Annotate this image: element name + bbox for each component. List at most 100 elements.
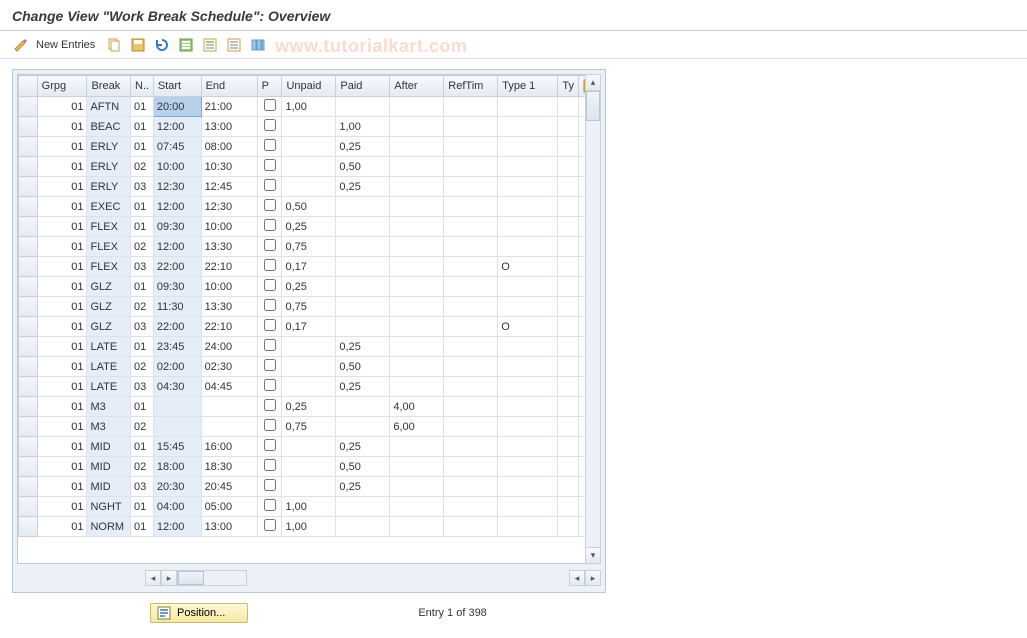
- cell-paid[interactable]: 0,50: [336, 157, 390, 177]
- cell-p[interactable]: [257, 477, 282, 497]
- row-selector[interactable]: [19, 137, 38, 157]
- row-selector[interactable]: [19, 517, 38, 537]
- cell-start[interactable]: 12:00: [153, 237, 201, 257]
- header-rowselector[interactable]: [19, 76, 38, 97]
- cell-end[interactable]: 22:10: [201, 317, 257, 337]
- row-selector[interactable]: [19, 197, 38, 217]
- cell-break[interactable]: MID: [87, 457, 131, 477]
- header-after[interactable]: After: [390, 76, 444, 97]
- cell-after[interactable]: [390, 157, 444, 177]
- cell-p[interactable]: [257, 197, 282, 217]
- undo-icon[interactable]: [153, 36, 171, 54]
- cell-p[interactable]: [257, 297, 282, 317]
- cell-paid[interactable]: 0,50: [336, 357, 390, 377]
- cell-after[interactable]: [390, 457, 444, 477]
- cell-n[interactable]: 01: [131, 217, 154, 237]
- cell-end[interactable]: 18:30: [201, 457, 257, 477]
- cell-type1[interactable]: [498, 377, 558, 397]
- cell-end[interactable]: 12:30: [201, 197, 257, 217]
- cell-paid[interactable]: [336, 497, 390, 517]
- cell-reftim[interactable]: [444, 117, 498, 137]
- cell-break[interactable]: M3: [87, 417, 131, 437]
- row-selector[interactable]: [19, 217, 38, 237]
- cell-paid[interactable]: 0,25: [336, 337, 390, 357]
- table-row[interactable]: 01M3020,756,00: [19, 417, 600, 437]
- cell-paid[interactable]: [336, 417, 390, 437]
- new-entries-button[interactable]: New Entries: [36, 39, 95, 51]
- table-row[interactable]: 01AFTN0120:0021:001,00: [19, 97, 600, 117]
- cell-end[interactable]: 12:45: [201, 177, 257, 197]
- cell-p[interactable]: [257, 117, 282, 137]
- cell-type2[interactable]: [558, 237, 579, 257]
- cell-start[interactable]: 20:30: [153, 477, 201, 497]
- cell-break[interactable]: BEAC: [87, 117, 131, 137]
- p-checkbox[interactable]: [264, 219, 276, 231]
- cell-break[interactable]: LATE: [87, 377, 131, 397]
- cell-type1[interactable]: [498, 517, 558, 537]
- cell-type1[interactable]: [498, 217, 558, 237]
- row-selector[interactable]: [19, 477, 38, 497]
- cell-unpaid[interactable]: 1,00: [282, 97, 336, 117]
- cell-p[interactable]: [257, 157, 282, 177]
- cell-start[interactable]: 18:00: [153, 457, 201, 477]
- cell-n[interactable]: 01: [131, 137, 154, 157]
- cell-paid[interactable]: [336, 237, 390, 257]
- row-selector[interactable]: [19, 417, 38, 437]
- cell-start[interactable]: 04:00: [153, 497, 201, 517]
- cell-after[interactable]: 4,00: [390, 397, 444, 417]
- cell-unpaid[interactable]: 1,00: [282, 517, 336, 537]
- row-selector[interactable]: [19, 177, 38, 197]
- cell-unpaid[interactable]: 0,25: [282, 277, 336, 297]
- cell-n[interactable]: 03: [131, 257, 154, 277]
- cell-n[interactable]: 03: [131, 377, 154, 397]
- cell-start[interactable]: 12:00: [153, 517, 201, 537]
- cell-start[interactable]: 20:00: [153, 97, 201, 117]
- cell-reftim[interactable]: [444, 337, 498, 357]
- cell-end[interactable]: 16:00: [201, 437, 257, 457]
- cell-unpaid[interactable]: [282, 177, 336, 197]
- cell-start[interactable]: [153, 417, 201, 437]
- cell-grpg[interactable]: 01: [37, 377, 87, 397]
- cell-break[interactable]: MID: [87, 437, 131, 457]
- cell-end[interactable]: 04:45: [201, 377, 257, 397]
- cell-unpaid[interactable]: [282, 157, 336, 177]
- cell-type2[interactable]: [558, 417, 579, 437]
- table-row[interactable]: 01GLZ0109:3010:000,25: [19, 277, 600, 297]
- cell-grpg[interactable]: 01: [37, 257, 87, 277]
- cell-after[interactable]: [390, 377, 444, 397]
- cell-start[interactable]: 22:00: [153, 317, 201, 337]
- cell-unpaid[interactable]: [282, 337, 336, 357]
- cell-break[interactable]: ERLY: [87, 157, 131, 177]
- cell-type1[interactable]: [498, 277, 558, 297]
- cell-start[interactable]: 12:00: [153, 117, 201, 137]
- scroll-track[interactable]: [586, 91, 600, 547]
- table-row[interactable]: 01ERLY0312:3012:450,25: [19, 177, 600, 197]
- cell-unpaid[interactable]: 0,50: [282, 197, 336, 217]
- cell-n[interactable]: 01: [131, 437, 154, 457]
- cell-break[interactable]: FLEX: [87, 237, 131, 257]
- cell-p[interactable]: [257, 457, 282, 477]
- cell-unpaid[interactable]: 1,00: [282, 497, 336, 517]
- cell-type1[interactable]: [498, 477, 558, 497]
- row-selector[interactable]: [19, 277, 38, 297]
- cell-n[interactable]: 02: [131, 357, 154, 377]
- hscroll-left-icon[interactable]: ◂: [145, 570, 161, 586]
- cell-reftim[interactable]: [444, 237, 498, 257]
- cell-type1[interactable]: [498, 497, 558, 517]
- header-reftim[interactable]: RefTim: [444, 76, 498, 97]
- cell-unpaid[interactable]: 0,17: [282, 317, 336, 337]
- cell-start[interactable]: 07:45: [153, 137, 201, 157]
- cell-unpaid[interactable]: 0,75: [282, 237, 336, 257]
- cell-reftim[interactable]: [444, 517, 498, 537]
- table-row[interactable]: 01ERLY0210:0010:300,50: [19, 157, 600, 177]
- cell-reftim[interactable]: [444, 197, 498, 217]
- cell-start[interactable]: 22:00: [153, 257, 201, 277]
- cell-grpg[interactable]: 01: [37, 457, 87, 477]
- cell-type2[interactable]: [558, 177, 579, 197]
- cell-reftim[interactable]: [444, 157, 498, 177]
- p-checkbox[interactable]: [264, 479, 276, 491]
- p-checkbox[interactable]: [264, 439, 276, 451]
- cell-unpaid[interactable]: 0,17: [282, 257, 336, 277]
- cell-p[interactable]: [257, 517, 282, 537]
- cell-grpg[interactable]: 01: [37, 97, 87, 117]
